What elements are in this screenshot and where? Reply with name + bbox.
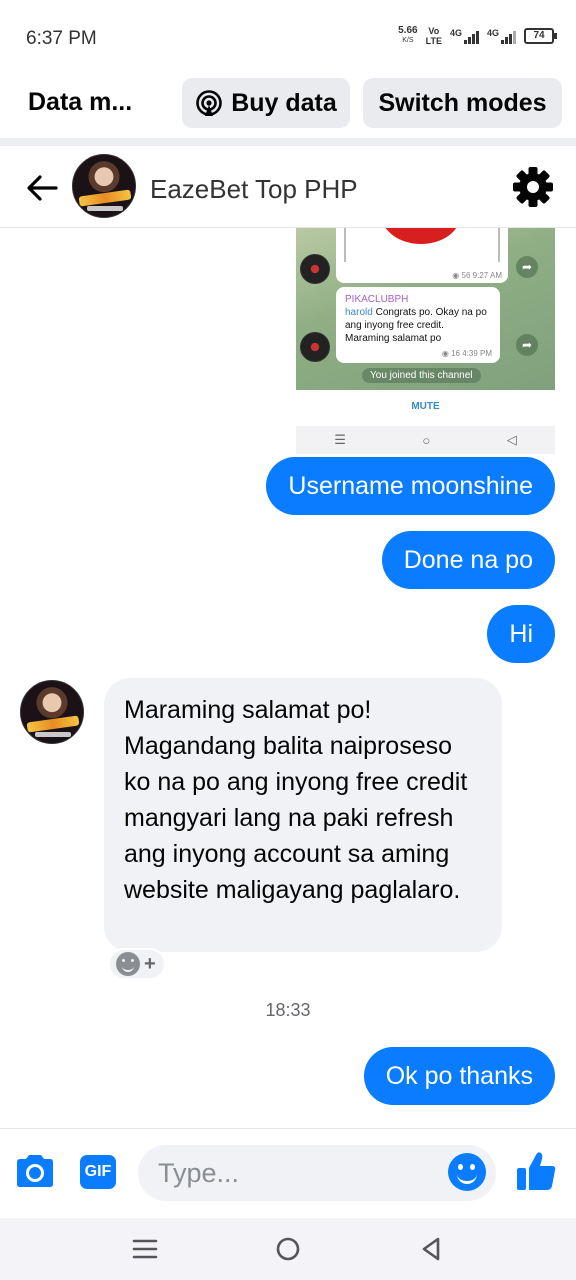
buy-data-label: Buy data: [231, 88, 337, 117]
tg-channel-avatar: [300, 254, 330, 284]
tg-channel-name: PIKACLUBPH: [345, 294, 409, 305]
data-mode-title: Data m...: [28, 88, 133, 116]
tg-post-card: ◉ 56 9:27 AM: [336, 228, 508, 283]
volte-top: Vo: [428, 26, 440, 36]
network-speed-value: 5.66: [398, 25, 418, 36]
tg-mute-label: MUTE: [296, 390, 555, 424]
back-arrow-icon[interactable]: [22, 168, 62, 208]
tg-views-1: 56: [461, 271, 471, 280]
eye-icon: ◉: [452, 271, 460, 280]
smiley-icon: [116, 952, 140, 976]
tg-message-card: PIKACLUBPH harold Congrats po. Okay na p…: [336, 287, 500, 363]
message-input[interactable]: Type...: [138, 1145, 496, 1201]
emoji-icon[interactable]: [448, 1153, 486, 1191]
status-icons: 5.66 K/S Vo LTE 4G 4G 74: [398, 26, 557, 46]
message-bubble-outgoing[interactable]: Hi: [487, 605, 555, 663]
tg-time-2: 4:39 PM: [462, 349, 492, 358]
tg-views-2: 16: [451, 349, 460, 358]
tg-time-1: 9:27 AM: [472, 271, 502, 280]
tg-post-meta: ◉ 56 9:27 AM: [452, 271, 502, 280]
buy-data-button[interactable]: Buy data: [182, 78, 350, 128]
tg-joined-notice: You joined this channel: [362, 368, 481, 383]
shared-image[interactable]: ◉ 56 9:27 AM ➦ PIKACLUBPH harold Congrat…: [296, 228, 555, 390]
recent-apps-icon[interactable]: [130, 1234, 160, 1264]
tg-nav-bar: ☰ ○ ◁: [296, 426, 555, 454]
tg-channel-avatar: [300, 332, 330, 362]
add-reaction-button[interactable]: +: [108, 948, 166, 980]
gif-button[interactable]: GIF: [80, 1155, 116, 1189]
volte-indicator: Vo LTE: [426, 26, 442, 46]
message-bubble-outgoing[interactable]: Ok po thanks: [363, 1047, 555, 1105]
forward-icon: ➦: [516, 334, 538, 356]
message-composer: GIF Type...: [0, 1128, 576, 1218]
contact-avatar[interactable]: [72, 154, 136, 218]
plus-icon: +: [144, 952, 156, 975]
status-time: 6:37 PM: [26, 28, 97, 49]
status-bar: 6:37 PM 5.66 K/S Vo LTE 4G 4G 74: [0, 0, 576, 72]
switch-modes-label: Switch modes: [378, 88, 547, 117]
data-mode-bar: Data m... Buy data Switch modes: [0, 72, 576, 138]
broadcast-icon: [196, 90, 223, 116]
chat-header: EazeBet Top PHP: [0, 146, 576, 228]
volte-bottom: LTE: [425, 36, 442, 46]
message-bubble-outgoing[interactable]: Done na po: [381, 531, 555, 589]
signal-icon-sim1: 4G: [450, 28, 479, 44]
message-bubble-outgoing[interactable]: Username moonshine: [266, 457, 555, 515]
switch-modes-button[interactable]: Switch modes: [363, 78, 562, 128]
gear-icon[interactable]: [512, 166, 554, 208]
tg-user: harold: [345, 307, 373, 318]
home-icon: ○: [422, 432, 431, 448]
tg-post-meta-2: ◉ 16 4:39 PM: [442, 347, 492, 360]
message-timestamp: 18:33: [265, 1000, 311, 1020]
message-bubble-incoming[interactable]: Maraming salamat po! Magandang balita na…: [104, 678, 502, 952]
battery-icon: 74: [524, 28, 557, 44]
sim2-network: 4G: [486, 28, 499, 38]
thumbs-up-icon[interactable]: [514, 1149, 558, 1193]
contact-name[interactable]: EazeBet Top PHP: [150, 174, 358, 205]
eye-icon: ◉: [441, 349, 449, 358]
system-nav-bar: [0, 1218, 576, 1280]
camera-icon[interactable]: [14, 1153, 56, 1189]
network-speed: 5.66 K/S: [398, 26, 417, 46]
network-speed-unit: K/S: [402, 37, 414, 44]
home-icon[interactable]: [273, 1234, 303, 1264]
back-icon[interactable]: [416, 1234, 446, 1264]
sender-avatar[interactable]: [20, 680, 84, 744]
tg-post-image: [382, 228, 460, 244]
menu-icon: ☰: [334, 432, 346, 447]
tg-message-body: harold Congrats po. Okay na po ang inyon…: [345, 306, 491, 345]
divider: [0, 138, 576, 146]
sim1-network: 4G: [449, 28, 462, 38]
forward-icon: ➦: [516, 256, 538, 278]
back-icon: ◁: [506, 432, 517, 447]
signal-icon-sim2: 4G: [487, 28, 516, 44]
